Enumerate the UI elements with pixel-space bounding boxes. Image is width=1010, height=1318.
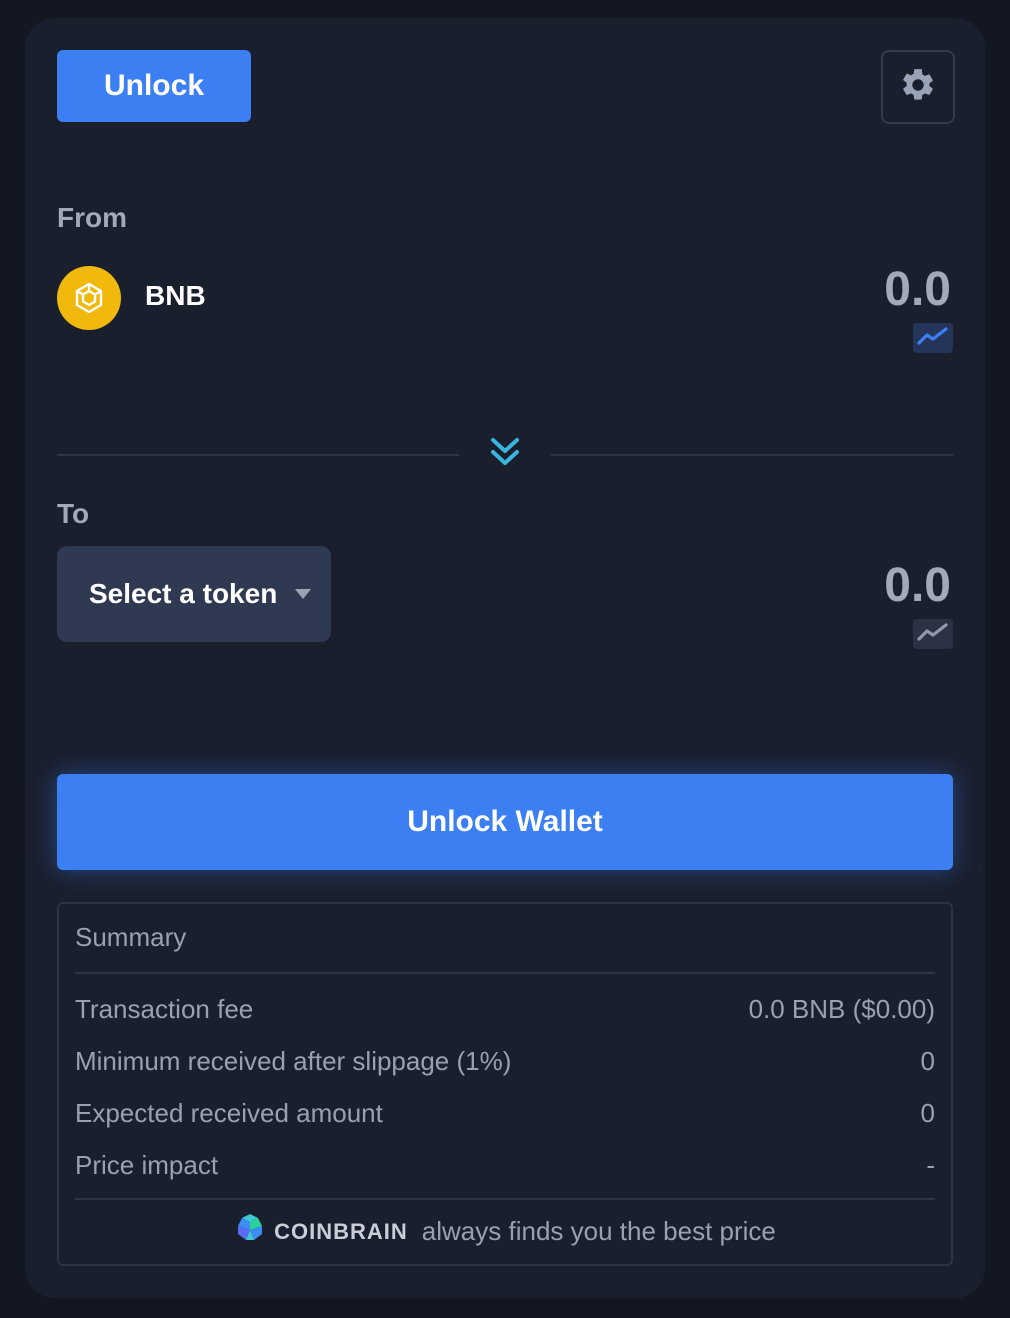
select-token-label: Select a token xyxy=(89,578,278,609)
summary-row-value: 0.0 BNB ($0.00) xyxy=(748,994,935,1024)
summary-divider-bottom xyxy=(75,1198,935,1200)
footer-text: always finds you the best price xyxy=(421,1216,776,1246)
from-token-name[interactable]: BNB xyxy=(145,280,206,312)
summary-divider-top xyxy=(75,972,935,974)
gear-icon xyxy=(899,66,937,109)
chevron-double-down-icon xyxy=(487,434,523,475)
summary-footer: COINBRAIN always finds you the best pric… xyxy=(59,1212,951,1251)
divider-right xyxy=(551,454,953,456)
chart-line-icon xyxy=(917,622,949,647)
summary-row-label: Minimum received after slippage (1%) xyxy=(75,1046,512,1076)
summary-row-label: Transaction fee xyxy=(75,994,254,1024)
swap-card: Unlock From BNB 0.0 To Select a token 0.… xyxy=(25,18,985,1298)
summary-title: Summary xyxy=(75,922,187,952)
unlock-button-label: Unlock xyxy=(103,69,205,102)
to-chart-button[interactable] xyxy=(913,619,953,649)
unlock-button[interactable]: Unlock xyxy=(57,50,251,122)
summary-row-label: Price impact xyxy=(75,1150,219,1180)
from-amount-input[interactable]: 0.0 xyxy=(751,262,951,317)
unlock-wallet-label: Unlock Wallet xyxy=(407,805,603,838)
from-label: From xyxy=(57,202,127,233)
divider-left xyxy=(57,454,459,456)
summary-panel: Summary Transaction fee 0.0 BNB ($0.00) … xyxy=(57,902,953,1266)
switch-direction-button[interactable] xyxy=(483,434,527,474)
summary-row-value: - xyxy=(926,1150,935,1180)
bnb-logo-icon xyxy=(57,266,121,330)
chart-line-icon xyxy=(917,326,949,351)
to-label: To xyxy=(57,498,90,529)
summary-row-label: Expected received amount xyxy=(75,1098,383,1128)
summary-row-value: 0 xyxy=(920,1046,935,1076)
to-amount-input[interactable]: 0.0 xyxy=(751,558,951,613)
caret-down-icon xyxy=(295,589,312,599)
summary-row-value: 0 xyxy=(920,1098,935,1128)
coinbrain-brand: COINBRAIN xyxy=(274,1218,408,1244)
unlock-wallet-button[interactable]: Unlock Wallet xyxy=(57,774,953,870)
settings-button[interactable] xyxy=(881,50,955,124)
coinbrain-logo-icon xyxy=(234,1212,266,1251)
from-chart-button[interactable] xyxy=(913,323,953,353)
select-token-button[interactable]: Select a token xyxy=(57,546,331,642)
